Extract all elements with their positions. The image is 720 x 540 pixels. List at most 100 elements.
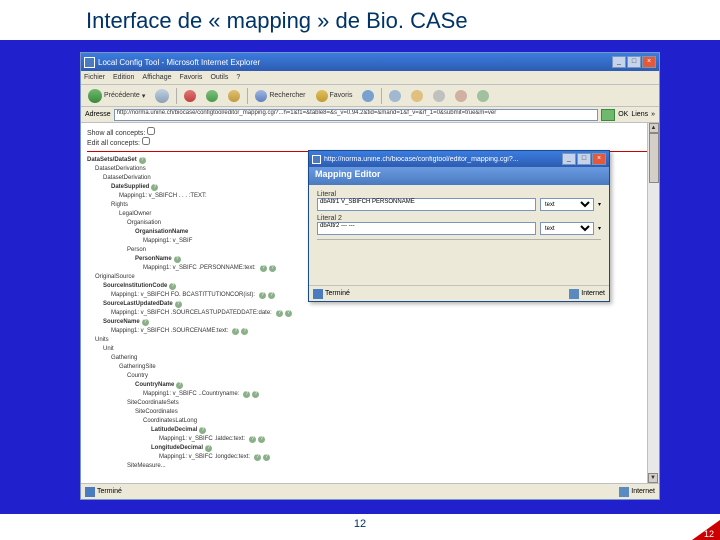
discuss-button[interactable]	[474, 89, 492, 103]
tree-node[interactable]: SiteMeasure...	[87, 462, 653, 471]
home-button[interactable]	[225, 89, 243, 103]
search-button[interactable]: Rechercher	[252, 89, 308, 103]
literal1-input[interactable]: dbAttr1 V_SBIFCH PERSONNAME	[317, 198, 536, 211]
ie-titlebar[interactable]: Local Config Tool - Microsoft Internet E…	[81, 53, 659, 71]
tree-node[interactable]: Country	[87, 372, 653, 381]
tree-node[interactable]: OrganisationName	[135, 229, 188, 235]
edit-button[interactable]	[452, 89, 470, 103]
tree-node[interactable]: Gathering	[87, 354, 653, 363]
help-icon[interactable]: ?	[205, 445, 212, 452]
mail-button[interactable]	[408, 89, 426, 103]
popup-close-button[interactable]: ×	[592, 153, 606, 165]
tree-node[interactable]: LongitudeDecimal	[151, 445, 203, 451]
print-icon	[433, 90, 445, 102]
tree-mapping[interactable]: Mapping1: v_SBIFC .longdec:text:	[159, 454, 250, 460]
ie-window-title: Local Config Tool - Microsoft Internet E…	[98, 58, 260, 67]
help-icon[interactable]: ?	[269, 265, 276, 272]
history-button[interactable]	[386, 89, 404, 103]
menu-favorites[interactable]: Favoris	[179, 74, 202, 81]
back-label: Précédente	[104, 92, 140, 99]
help-icon[interactable]: ?	[254, 454, 261, 461]
tree-node[interactable]: DateSupplied	[111, 184, 149, 190]
help-icon[interactable]: ?	[260, 265, 267, 272]
forward-button[interactable]	[152, 88, 172, 104]
tree-mapping[interactable]: Mapping1: v_SBIFCH FO. BCASTITTUTIONCOR(…	[111, 292, 255, 298]
ie-statusbar: Terminé Internet	[81, 483, 659, 499]
tree-node[interactable]: GatheringSite	[87, 363, 653, 372]
literal1-type-select[interactable]: text	[540, 198, 594, 211]
menu-file[interactable]: Fichier	[84, 74, 105, 81]
help-icon[interactable]: ?	[243, 391, 250, 398]
literal2-input[interactable]: dbAttr2 --- ---	[317, 222, 536, 235]
refresh-button[interactable]	[203, 89, 221, 103]
help-icon[interactable]: ?	[169, 283, 176, 290]
help-icon[interactable]: ?	[175, 301, 182, 308]
popup-zone-text: Internet	[581, 290, 605, 297]
favorites-button[interactable]: Favoris	[313, 89, 356, 103]
menu-help[interactable]: ?	[236, 74, 240, 81]
tree-node[interactable]: SourceName	[103, 319, 140, 325]
history-icon	[389, 90, 401, 102]
help-icon[interactable]: ?	[285, 310, 292, 317]
help-icon[interactable]: ?	[252, 391, 259, 398]
tree-node[interactable]: CountryName	[135, 382, 174, 388]
tree-node[interactable]: PersonName	[135, 256, 172, 262]
close-button[interactable]: ×	[642, 56, 656, 68]
slide: Interface de « mapping » de Bio. CASe Lo…	[0, 0, 720, 540]
tree-node[interactable]: SiteCoordinateSets	[87, 399, 653, 408]
tree-node[interactable]: SourceLastUpdatedDate	[103, 301, 173, 307]
links-label[interactable]: Liens	[631, 111, 648, 118]
edit-all-checkbox[interactable]	[142, 137, 150, 145]
scroll-thumb[interactable]	[649, 133, 659, 183]
help-icon[interactable]: ?	[249, 436, 256, 443]
toolbar-separator	[381, 88, 382, 104]
tree-root[interactable]: DataSets/DataSet	[87, 157, 137, 163]
help-icon[interactable]: ?	[258, 436, 265, 443]
ie-app-icon	[84, 57, 95, 68]
help-icon[interactable]: ?	[268, 292, 275, 299]
menu-tools[interactable]: Outils	[210, 74, 228, 81]
help-icon[interactable]: ?	[176, 382, 183, 389]
tree-mapping[interactable]: Mapping1: v_SBIFC .latdec:text:	[159, 436, 245, 442]
print-button[interactable]	[430, 89, 448, 103]
tree-node[interactable]: Units	[87, 336, 653, 345]
maximize-button[interactable]: □	[627, 56, 641, 68]
help-icon[interactable]: ?	[263, 454, 270, 461]
popup-minimize-button[interactable]: _	[562, 153, 576, 165]
tree-mapping[interactable]: Mapping1: v_SBIFC ..Countryname:	[143, 391, 239, 397]
help-icon[interactable]: ?	[276, 310, 283, 317]
forward-icon	[155, 89, 169, 103]
help-icon[interactable]: ?	[151, 184, 158, 191]
help-icon[interactable]: ?	[199, 427, 206, 434]
popup-body: Literal dbAttr1 V_SBIFCH PERSONNAME text…	[309, 185, 609, 250]
help-icon[interactable]: ?	[259, 292, 266, 299]
help-icon[interactable]: ?	[142, 319, 149, 326]
tree-mapping[interactable]: Mapping1: v_SBIFC .PERSONNAME:text:	[143, 265, 256, 271]
literal2-type-select[interactable]: text	[540, 222, 594, 235]
tree-node[interactable]: CoordinatesLatLong	[87, 417, 653, 426]
help-icon[interactable]: ?	[241, 328, 248, 335]
stop-button[interactable]	[181, 89, 199, 103]
menu-view[interactable]: Affichage	[142, 74, 171, 81]
tree-node[interactable]: SiteCoordinates	[87, 408, 653, 417]
show-all-checkbox[interactable]	[147, 127, 155, 135]
menu-edit[interactable]: Edition	[113, 74, 134, 81]
popup-titlebar[interactable]: http://norma.unine.ch/biocase/configtool…	[309, 151, 609, 167]
vertical-scrollbar[interactable]: ▲ ▼	[647, 123, 659, 483]
tree-mapping[interactable]: Mapping1: v_SBIFCH .SOURCENAME:text:	[111, 328, 228, 334]
help-icon[interactable]: ?	[139, 157, 146, 164]
back-button[interactable]: Précédente ▾	[85, 88, 148, 104]
help-icon[interactable]: ?	[174, 256, 181, 263]
help-icon[interactable]: ?	[232, 328, 239, 335]
tree-mapping[interactable]: Mapping1: v_SBIFCH .SOURCELASTUPDATEDDAT…	[111, 310, 272, 316]
go-button[interactable]	[601, 109, 615, 121]
scroll-down-button[interactable]: ▼	[648, 473, 658, 483]
minimize-button[interactable]: _	[612, 56, 626, 68]
scroll-up-button[interactable]: ▲	[649, 123, 659, 133]
address-input[interactable]: http://norma.unine.ch/biocase/configtool…	[114, 109, 599, 121]
tree-node[interactable]: LatitudeDecimal	[151, 427, 197, 433]
tree-node[interactable]: Unit	[87, 345, 653, 354]
media-button[interactable]	[359, 89, 377, 103]
tree-node[interactable]: SourceInstitutionCode	[103, 283, 167, 289]
popup-maximize-button[interactable]: □	[577, 153, 591, 165]
